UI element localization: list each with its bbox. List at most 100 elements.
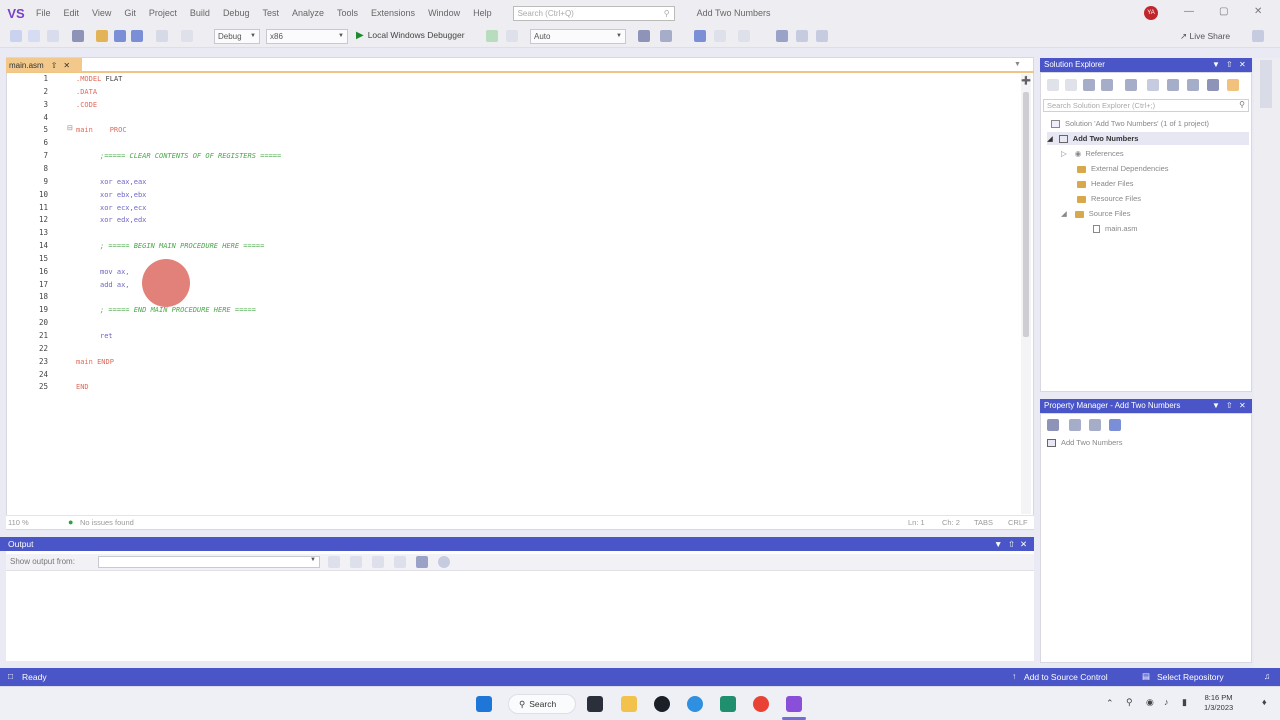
tree-solution[interactable]: Solution 'Add Two Numbers' (1 of 1 proje… [1051,117,1209,130]
refresh-icon[interactable] [506,30,518,42]
platform-select[interactable]: x86 ▼ [266,29,348,44]
open-folder-icon[interactable] [96,30,108,42]
code-line[interactable]: ;===== CLEAR CONTENTS OF OF REGISTERS ==… [100,150,281,162]
properties-icon[interactable] [1047,419,1059,431]
forward-icon[interactable] [28,30,40,42]
maximize-button[interactable]: ▢ [1219,6,1228,17]
menu-edit[interactable]: Edit [64,8,80,18]
code-line[interactable]: .MODEL FLAT [76,73,122,85]
comment-icon[interactable] [738,30,750,42]
split-editor-icon[interactable]: ➕ [1021,76,1031,85]
notifications-icon[interactable]: ♫ [1264,671,1270,681]
app-icon[interactable] [654,696,670,712]
code-line[interactable]: ; ===== END MAIN PROCEDURE HERE ===== [100,304,256,316]
word-wrap-icon[interactable] [416,556,428,568]
pin-icon[interactable]: ⇧ [51,61,58,70]
preview-icon[interactable] [1227,79,1239,91]
zoom-level[interactable]: 110 % [8,518,29,527]
code-line[interactable]: ret [100,330,113,342]
redo-icon[interactable] [181,30,193,42]
find-message-icon[interactable] [328,556,340,568]
property-manager-item[interactable]: Add Two Numbers [1047,436,1123,449]
pending-changes-icon[interactable] [1125,79,1137,91]
search-input[interactable]: Search (Ctrl+Q) ⚲ [512,5,675,21]
close-icon[interactable]: ✕ [1020,537,1027,551]
usb-icon[interactable]: ⚲ [1126,697,1133,708]
menu-analyze[interactable]: Analyze [292,8,324,18]
tab-overflow-icon[interactable]: ▼ [1014,61,1021,68]
undo-icon[interactable] [156,30,168,42]
menu-build[interactable]: Build [190,8,210,18]
tree-references[interactable]: ▷ ◉ References [1061,147,1124,160]
code-line[interactable]: xor edx,edx [100,214,146,226]
menu-help[interactable]: Help [473,8,492,18]
tree-external-dependencies[interactable]: External Dependencies [1077,162,1169,175]
issues-status[interactable]: No issues found [80,518,134,527]
collapse-region-icon[interactable]: ⊟ [67,124,73,132]
task-view-icon[interactable] [587,696,603,712]
live-share-button[interactable]: ↗ Live Share [1180,31,1230,42]
git-changes-side-tab[interactable] [1260,60,1272,108]
format-icon[interactable] [660,30,672,42]
editor-scrollbar[interactable] [1021,74,1031,514]
chevron-up-icon[interactable]: ⌃ [1106,698,1114,709]
output-source-select[interactable]: ▼ [98,556,320,568]
indent-icon[interactable] [714,30,726,42]
auto-select[interactable]: Auto ▼ [530,29,626,44]
volume-icon[interactable]: ♪ [1164,697,1169,707]
windows-start-icon[interactable] [476,696,492,712]
avatar[interactable]: YA [1144,6,1158,20]
select-repository[interactable]: Select Repository [1157,672,1224,682]
start-debugging-button[interactable]: ▶ Local Windows Debugger [356,30,465,41]
code-line[interactable]: .DATA [76,86,97,98]
scrollbar-thumb[interactable] [1023,92,1029,337]
close-icon[interactable]: ✕ [1239,399,1246,413]
next-bookmark-icon[interactable] [816,30,828,42]
wifi-icon[interactable]: ◉ [1146,697,1154,708]
properties-icon[interactable] [1207,79,1219,91]
pin-icon[interactable]: ⇧ [1226,399,1233,413]
forward-icon[interactable] [1065,79,1077,91]
code-line[interactable]: main ENDP [76,356,114,368]
add-sheet-icon[interactable] [1069,419,1081,431]
tree-source-files[interactable]: ◢ Source Files [1061,207,1130,220]
prev-bookmark-icon[interactable] [796,30,808,42]
tabs-mode[interactable]: TABS [974,518,993,527]
prev-message-icon[interactable] [350,556,362,568]
collapse-all-icon[interactable] [1167,79,1179,91]
taskbar-search-button[interactable]: ⚲ Search [508,694,576,714]
toolbox-icon[interactable] [638,30,650,42]
code-line[interactable]: xor ecx,ecx [100,202,146,214]
configuration-select[interactable]: Debug ▼ [214,29,260,44]
code-line[interactable]: add ax, [100,279,130,291]
code-line[interactable]: main PROC [76,124,127,136]
next-message-icon[interactable] [372,556,384,568]
pin-icon[interactable]: ⇧ [1008,537,1015,551]
visual-studio-logo-icon[interactable]: VS [6,5,26,21]
add-to-source-control[interactable]: Add to Source Control [1024,672,1108,682]
battery-icon[interactable]: ▮ [1182,697,1187,708]
column-position[interactable]: Ch: 2 [942,518,960,527]
menu-git[interactable]: Git [124,8,136,18]
history-icon[interactable] [47,30,59,42]
solution-search-input[interactable]: Search Solution Explorer (Ctrl+;) ⚲ [1043,99,1249,112]
back-icon[interactable] [1047,79,1059,91]
save-icon[interactable] [1109,419,1121,431]
menu-test[interactable]: Test [262,8,279,18]
code-line[interactable]: END [76,381,89,393]
switch-views-icon[interactable] [1101,79,1113,91]
menu-debug[interactable]: Debug [223,8,250,18]
file-explorer-icon[interactable] [621,696,637,712]
clear-all-icon[interactable] [394,556,406,568]
add-existing-sheet-icon[interactable] [1089,419,1101,431]
menu-window[interactable]: Window [428,8,460,18]
sync-icon[interactable] [1147,79,1159,91]
menu-project[interactable]: Project [149,8,177,18]
clock[interactable]: 8:16 PM 1/3/2023 [1204,693,1233,713]
store-icon[interactable] [720,696,736,712]
start-without-debugging-icon[interactable] [486,30,498,42]
notification-bell-icon[interactable]: ♦ [1262,697,1267,707]
pin-icon[interactable]: ⇧ [1226,58,1233,72]
code-line[interactable]: xor eax,eax [100,176,146,188]
menu-extensions[interactable]: Extensions [371,8,415,18]
